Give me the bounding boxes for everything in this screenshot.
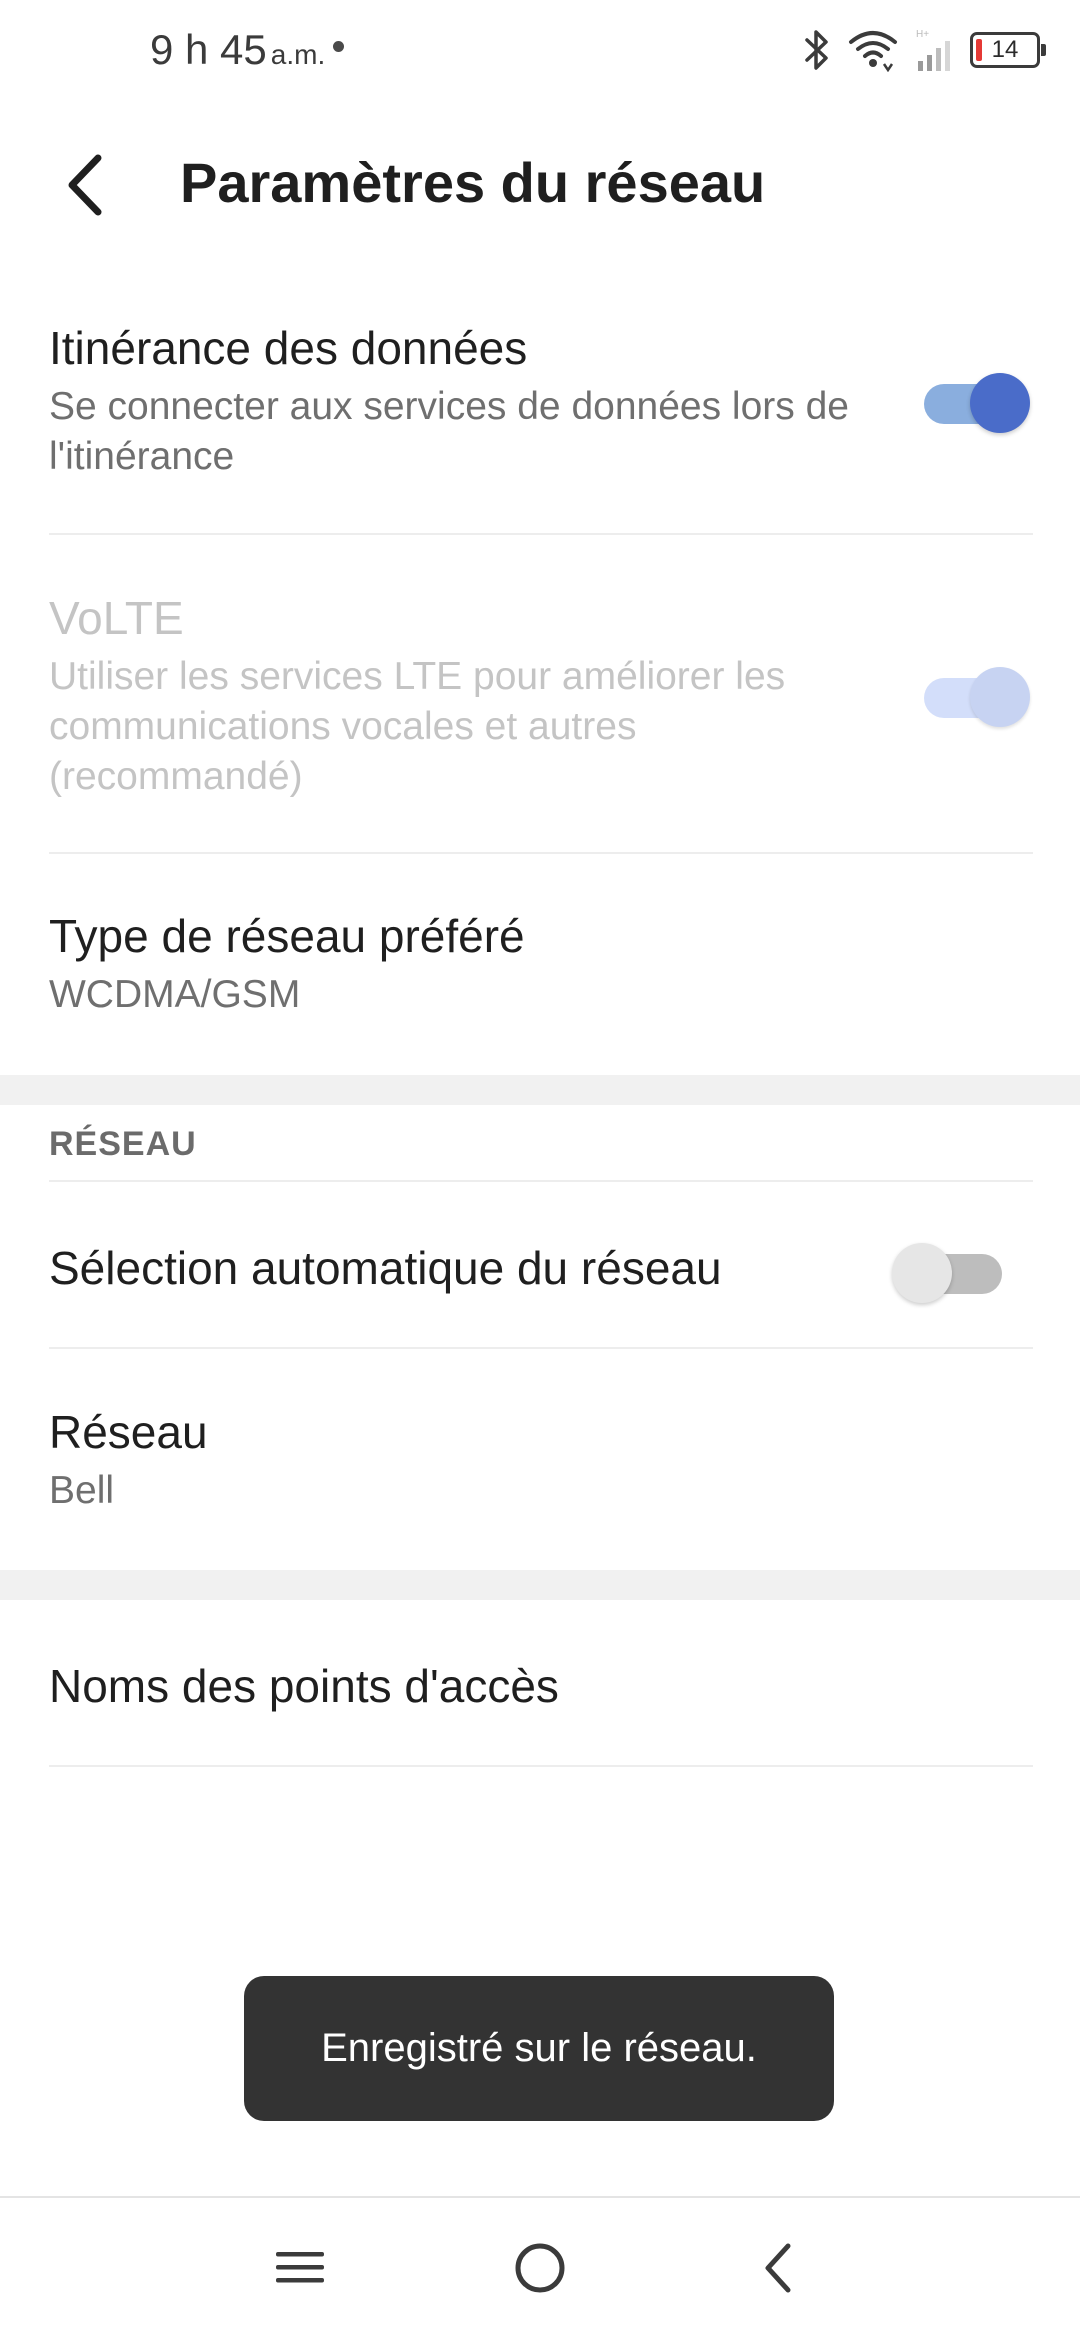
network-section-header: RÉSEAU: [49, 1125, 197, 1163]
data-roaming-toggle[interactable]: [918, 366, 1030, 433]
battery-fill: [976, 39, 982, 61]
network-value: Bell: [49, 1469, 115, 1512]
battery-icon: 14: [970, 32, 1046, 68]
navigation-bar: [0, 2196, 1080, 2340]
status-icons: H+ 14: [802, 22, 1046, 78]
status-time-value: 9 h 45: [150, 26, 267, 73]
back-button[interactable]: [44, 140, 124, 230]
auto-network-selection-title: Sélection automatique du réseau: [49, 1242, 722, 1294]
recent-apps-button[interactable]: [250, 2228, 350, 2308]
toggle-thumb: [970, 373, 1030, 433]
auto-network-selection-toggle[interactable]: [892, 1236, 1006, 1303]
status-time: 9 h 45 a.m.: [150, 26, 345, 74]
divider: [49, 1180, 1033, 1182]
toggle-thumb: [892, 1243, 952, 1303]
nav-back-icon: [765, 2243, 791, 2293]
divider: [49, 1347, 1033, 1349]
svg-text:H+: H+: [916, 29, 929, 40]
page-title: Paramètres du réseau: [180, 151, 766, 214]
app-bar: Paramètres du réseau: [0, 120, 1080, 250]
wifi-icon: [848, 28, 898, 72]
volte-title: VoLTE: [49, 592, 184, 644]
cellular-signal-icon: H+: [914, 27, 954, 73]
data-roaming-subtitle: Se connecter aux services de données lor…: [49, 385, 849, 478]
access-point-names-row[interactable]: Noms des points d'accès: [49, 1658, 1033, 1714]
divider: [49, 1765, 1033, 1767]
network-row[interactable]: Réseau Bell: [49, 1404, 1033, 1516]
home-button[interactable]: [490, 2228, 590, 2308]
toast-message: Enregistré sur le réseau.: [321, 2026, 757, 2070]
data-roaming-title: Itinérance des données: [49, 322, 528, 374]
section-separator: [0, 1075, 1080, 1105]
divider: [49, 533, 1033, 535]
status-bar: 9 h 45 a.m. H+ 14: [0, 0, 1080, 100]
divider: [49, 852, 1033, 854]
menu-icon: [276, 2252, 324, 2283]
volte-toggle: [918, 660, 1030, 727]
bluetooth-icon: [802, 28, 832, 72]
access-point-names-title: Noms des points d'accès: [49, 1660, 559, 1712]
notification-dot-icon: [333, 41, 345, 53]
preferred-network-type-row[interactable]: Type de réseau préféré WCDMA/GSM: [49, 908, 1033, 1020]
back-arrow-icon: [68, 154, 102, 216]
toggle-thumb: [970, 667, 1030, 727]
auto-network-selection-row[interactable]: Sélection automatique du réseau: [49, 1240, 1033, 1296]
data-roaming-row[interactable]: Itinérance des données Se connecter aux …: [49, 320, 1033, 482]
volte-row: VoLTE Utiliser les services LTE pour amé…: [49, 590, 1033, 802]
home-circle-icon: [515, 2243, 565, 2293]
nav-back-button[interactable]: [728, 2228, 828, 2308]
network-title: Réseau: [49, 1406, 208, 1458]
status-time-ampm: a.m.: [270, 39, 326, 70]
preferred-network-type-value: WCDMA/GSM: [49, 973, 301, 1016]
preferred-network-type-title: Type de réseau préféré: [49, 910, 525, 962]
battery-level: 14: [991, 36, 1019, 63]
volte-subtitle: Utiliser les services LTE pour améliorer…: [49, 655, 786, 798]
toast: Enregistré sur le réseau.: [244, 1976, 834, 2121]
network-settings-screen: 9 h 45 a.m. H+ 14 Paramètres du réseau I…: [0, 0, 1080, 2340]
section-separator: [0, 1570, 1080, 1600]
